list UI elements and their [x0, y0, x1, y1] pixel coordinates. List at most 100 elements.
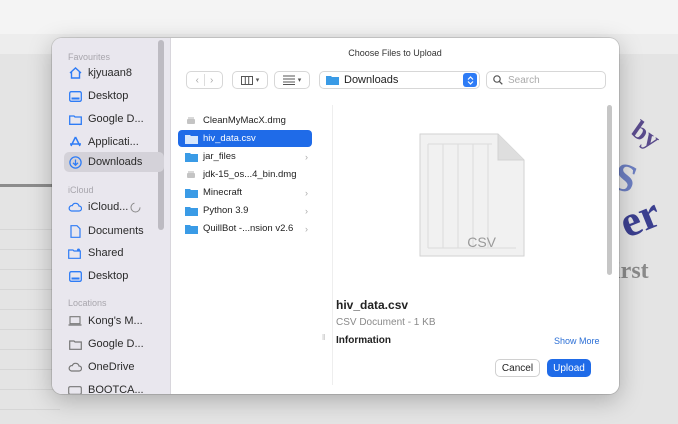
download-icon — [68, 155, 82, 169]
laptop-icon — [68, 314, 82, 328]
sidebar-item-label: Shared — [88, 247, 124, 259]
file-name: QuillBot -...nsion v2.6 — [203, 223, 294, 234]
cancel-button[interactable]: Cancel — [495, 359, 540, 377]
chevron-right-icon: › — [305, 187, 308, 198]
location-label: Downloads — [344, 74, 399, 86]
back-icon[interactable]: ‹ — [196, 75, 199, 86]
upload-button[interactable]: Upload — [547, 359, 591, 377]
sidebar-heading-locations: Locations — [68, 298, 107, 308]
dialog-title: Choose Files to Upload — [348, 48, 442, 58]
chevron-right-icon: › — [305, 205, 308, 216]
sidebar-item-label: Google D... — [88, 338, 144, 350]
csv-icon-label: CSV — [467, 234, 496, 250]
sidebar-item-onedrive[interactable]: OneDrive — [64, 357, 164, 377]
preview-scrollbar[interactable] — [607, 105, 612, 275]
sidebar-item-label: Documents — [88, 225, 144, 237]
file-row[interactable]: jdk-15_os...4_bin.dmg — [178, 166, 312, 183]
column-view-icon — [240, 75, 253, 85]
sidebar-item-label: OneDrive — [88, 361, 135, 373]
desktop-icon — [68, 89, 82, 103]
sidebar-item-shared[interactable]: Shared — [64, 243, 164, 263]
sidebar-item-label: Applicati... — [88, 136, 139, 148]
sidebar-item-label: Desktop — [88, 270, 129, 282]
cloud-icon — [68, 360, 82, 374]
file-name: Minecraft — [203, 187, 243, 198]
desktop-icon — [68, 269, 82, 283]
sidebar-item-label: Downloads — [88, 156, 143, 168]
folder-icon — [184, 205, 198, 217]
sidebar-item-label: kjyuaan8 — [88, 67, 133, 79]
sync-progress-icon — [130, 202, 141, 213]
background-header — [0, 0, 678, 34]
list-options-icon — [282, 75, 295, 85]
sidebar-item-label: Google D... — [88, 113, 144, 125]
search-field[interactable]: Search — [486, 71, 606, 89]
folder-icon — [184, 187, 198, 199]
cloud-icon — [68, 200, 82, 214]
column-resize-handle[interactable]: ‖ — [322, 333, 325, 342]
sidebar-item-desktop[interactable]: Desktop — [64, 86, 164, 106]
file-name: Python 3.9 — [203, 205, 249, 216]
information-heading: Information — [336, 335, 391, 346]
sidebar-item-google-drive-location[interactable]: Google D... — [64, 334, 164, 354]
sidebar-item-label: Desktop — [88, 90, 129, 102]
location-popup[interactable]: Downloads — [319, 71, 480, 89]
home-icon — [68, 66, 82, 80]
preview-file-name: hiv_data.csv — [336, 298, 409, 312]
forward-icon[interactable]: › — [210, 75, 213, 86]
sidebar-item-icloud-drive[interactable]: iCloud... — [64, 197, 164, 217]
drive-icon — [68, 383, 82, 394]
background-logo-line: irst — [614, 258, 649, 284]
back-forward-buttons[interactable]: ‹ › — [186, 71, 223, 89]
sidebar-item-applications[interactable]: Applicati... — [64, 132, 164, 152]
search-placeholder: Search — [508, 74, 540, 86]
chevron-updown-icon — [463, 73, 477, 87]
sidebar-item-label: BOOTCA... — [88, 384, 144, 394]
applications-icon — [68, 135, 82, 149]
folder-icon — [68, 337, 82, 351]
file-column: CleanMyMacX.dmg hiv_data.csv jar_files ›… — [174, 105, 333, 385]
file-name: jar_files — [203, 151, 236, 162]
file-row[interactable]: CleanMyMacX.dmg — [178, 112, 312, 129]
file-row-selected[interactable]: hiv_data.csv — [178, 130, 312, 147]
sidebar-item-icloud-desktop[interactable]: Desktop — [64, 266, 164, 286]
chevron-right-icon: › — [305, 151, 308, 162]
folder-icon — [184, 223, 198, 235]
folder-icon — [68, 112, 82, 126]
shared-folder-icon — [68, 246, 82, 260]
sidebar-item-google-drive[interactable]: Google D... — [64, 109, 164, 129]
background-divider — [0, 184, 60, 187]
document-icon — [68, 224, 82, 238]
view-mode-button[interactable]: ▾ — [232, 71, 268, 89]
sidebar-item-documents[interactable]: Documents — [64, 221, 164, 241]
folder-icon — [184, 151, 198, 163]
sidebar-item-bootcamp[interactable]: BOOTCA... — [64, 380, 164, 394]
file-row[interactable]: QuillBot -...nsion v2.6 › — [178, 220, 312, 237]
chevron-down-icon: ▾ — [255, 77, 260, 84]
file-name: jdk-15_os...4_bin.dmg — [203, 169, 297, 180]
disk-image-icon — [184, 115, 198, 127]
sidebar: Favourites kjyuaan8 Desktop Google D... … — [52, 38, 171, 394]
file-name: hiv_data.csv — [203, 133, 256, 144]
group-options-button[interactable]: ▾ — [274, 71, 310, 89]
chevron-right-icon: › — [305, 223, 308, 234]
sidebar-item-macbook[interactable]: Kong's M... — [64, 311, 164, 331]
preview-pane: CSV hiv_data.csv CSV Document - 1 KB Inf… — [336, 105, 612, 385]
file-row[interactable]: jar_files › — [178, 148, 312, 165]
background-logo-line: by — [626, 114, 666, 155]
sidebar-item-downloads[interactable]: Downloads — [64, 152, 164, 172]
chevron-down-icon: ▾ — [297, 77, 302, 84]
disk-image-icon — [184, 169, 198, 181]
csv-document-icon: CSV — [406, 130, 536, 260]
file-upload-dialog: Favourites kjyuaan8 Desktop Google D... … — [52, 38, 619, 394]
background-rows — [0, 210, 60, 410]
background-logo: by S er irst — [607, 100, 678, 300]
sidebar-item-label: iCloud... — [88, 201, 129, 213]
file-name: CleanMyMacX.dmg — [203, 115, 286, 126]
file-row[interactable]: Python 3.9 › — [178, 202, 312, 219]
downloads-folder-icon — [326, 75, 339, 85]
show-more-link[interactable]: Show More — [554, 336, 600, 346]
sidebar-item-home[interactable]: kjyuaan8 — [64, 63, 164, 83]
file-row[interactable]: Minecraft › — [178, 184, 312, 201]
browser-pane: Choose Files to Upload ‹ › ▾ ▾ Downloads… — [171, 38, 619, 394]
